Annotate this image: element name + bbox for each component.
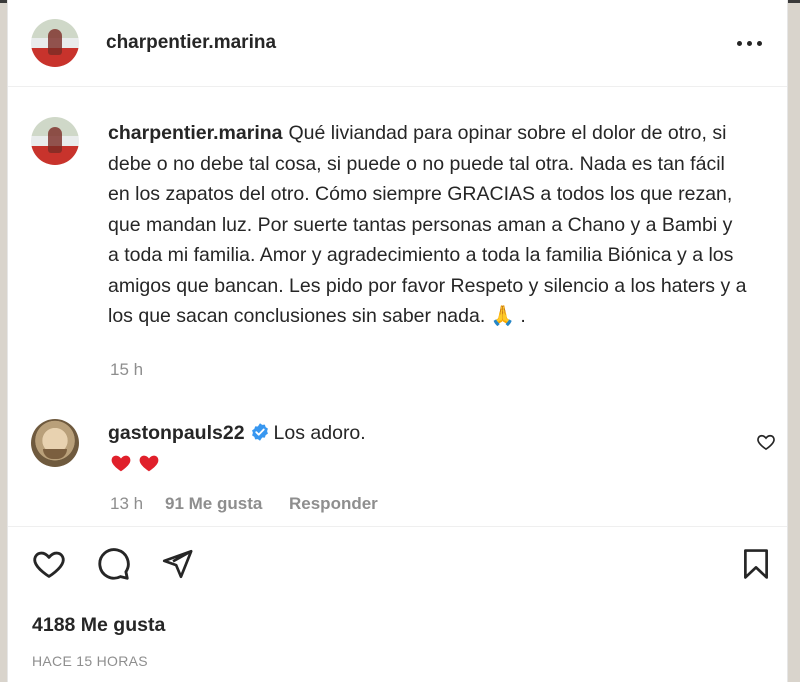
verified-badge-icon <box>251 423 268 441</box>
actions-divider <box>8 526 787 527</box>
comment-text: Los adoro. <box>273 422 366 444</box>
caption-text: Qué liviandad para opinar sobre el dolor… <box>108 122 747 327</box>
post-header: charpentier.marina <box>8 0 787 87</box>
caption-avatar[interactable] <box>31 117 79 165</box>
commenter-avatar[interactable] <box>31 419 79 467</box>
like-comment-heart-icon[interactable] <box>756 432 776 452</box>
caption-time[interactable]: 15 h <box>110 360 143 380</box>
comment-icon[interactable] <box>95 546 131 582</box>
bookmark-icon[interactable] <box>739 546 773 582</box>
heart-icon[interactable] <box>31 546 67 582</box>
comment-body: gastonpauls22 Los adoro. <box>108 422 366 445</box>
heart-emoji <box>139 455 159 472</box>
post-timestamp[interactable]: HACE 15 HORAS <box>32 653 148 669</box>
reply-button[interactable]: Responder <box>289 494 378 514</box>
author-avatar[interactable] <box>31 19 79 67</box>
caption-trailing: . <box>514 305 526 327</box>
pray-emoji: 🙏 <box>490 305 515 327</box>
commenter-username[interactable]: gastonpauls22 <box>108 422 245 444</box>
share-icon[interactable] <box>160 547 194 581</box>
heart-emoji <box>111 455 131 472</box>
more-options-icon[interactable] <box>737 31 767 55</box>
comment-emoji-line <box>110 452 160 474</box>
comment-time[interactable]: 13 h <box>110 494 143 514</box>
post-panel: charpentier.marina charpentier.marina Qué… <box>7 0 788 682</box>
author-username[interactable]: charpentier.marina <box>106 32 276 54</box>
post-caption: charpentier.marina Qué liviandad para opi… <box>108 118 748 332</box>
comment-likes[interactable]: 91 Me gusta <box>165 494 262 514</box>
caption-username[interactable]: charpentier.marina <box>108 122 283 144</box>
post-likes-count[interactable]: 4188 Me gusta <box>32 614 165 637</box>
